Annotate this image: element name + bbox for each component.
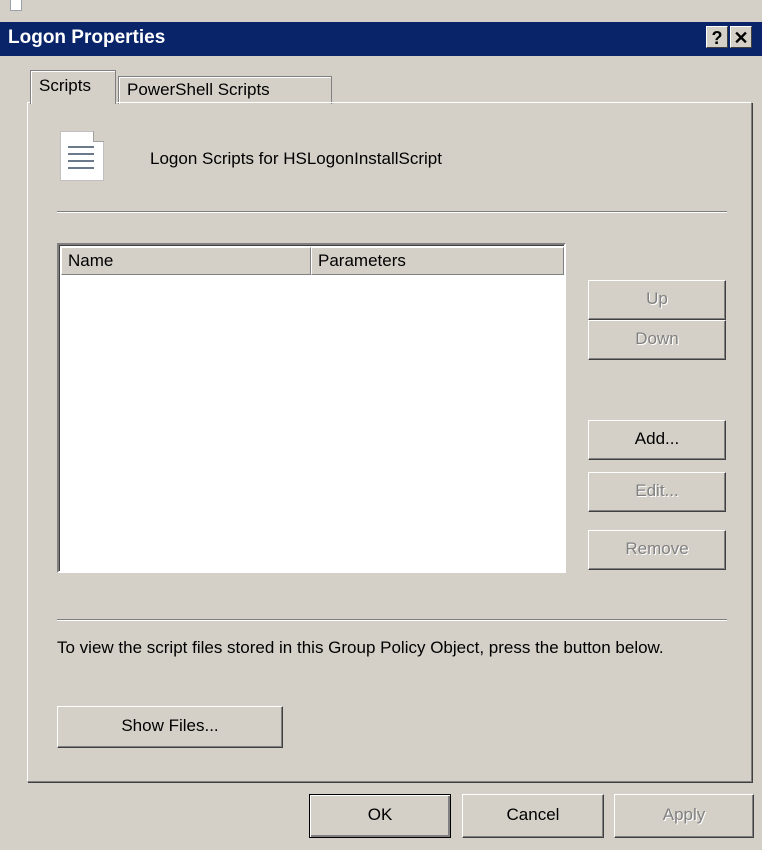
script-file-icon <box>60 131 104 181</box>
separator <box>57 211 727 213</box>
tab-scripts[interactable]: Scripts <box>30 70 116 104</box>
list-header: Name Parameters <box>61 247 564 275</box>
tab-powershell-scripts[interactable]: PowerShell Scripts <box>118 76 332 104</box>
separator <box>57 619 727 621</box>
show-files-button[interactable]: Show Files... <box>57 706 283 748</box>
title-bar[interactable]: Logon Properties ? ✕ <box>0 22 762 56</box>
scripts-heading: Logon Scripts for HSLogonInstallScript <box>150 149 442 168</box>
cancel-button[interactable]: Cancel <box>462 794 604 838</box>
remove-button[interactable]: Remove <box>588 530 726 570</box>
window-corner-icon <box>10 0 22 11</box>
edit-button[interactable]: Edit... <box>588 472 726 512</box>
close-button[interactable]: ✕ <box>730 26 752 48</box>
window-title: Logon Properties <box>8 27 166 48</box>
down-button[interactable]: Down <box>588 320 726 360</box>
column-header-parameters[interactable]: Parameters <box>311 247 564 275</box>
up-button[interactable]: Up <box>588 280 726 320</box>
logon-properties-dialog: Logon Properties ? ✕ Scripts PowerShell … <box>0 0 762 850</box>
add-button[interactable]: Add... <box>588 420 726 460</box>
help-button[interactable]: ? <box>706 26 728 48</box>
scripts-list[interactable]: Name Parameters <box>57 243 566 573</box>
column-header-name[interactable]: Name <box>61 247 311 275</box>
apply-button[interactable]: Apply <box>614 794 754 838</box>
ok-button[interactable]: OK <box>309 794 451 838</box>
show-files-description: To view the script files stored in this … <box>57 638 664 657</box>
